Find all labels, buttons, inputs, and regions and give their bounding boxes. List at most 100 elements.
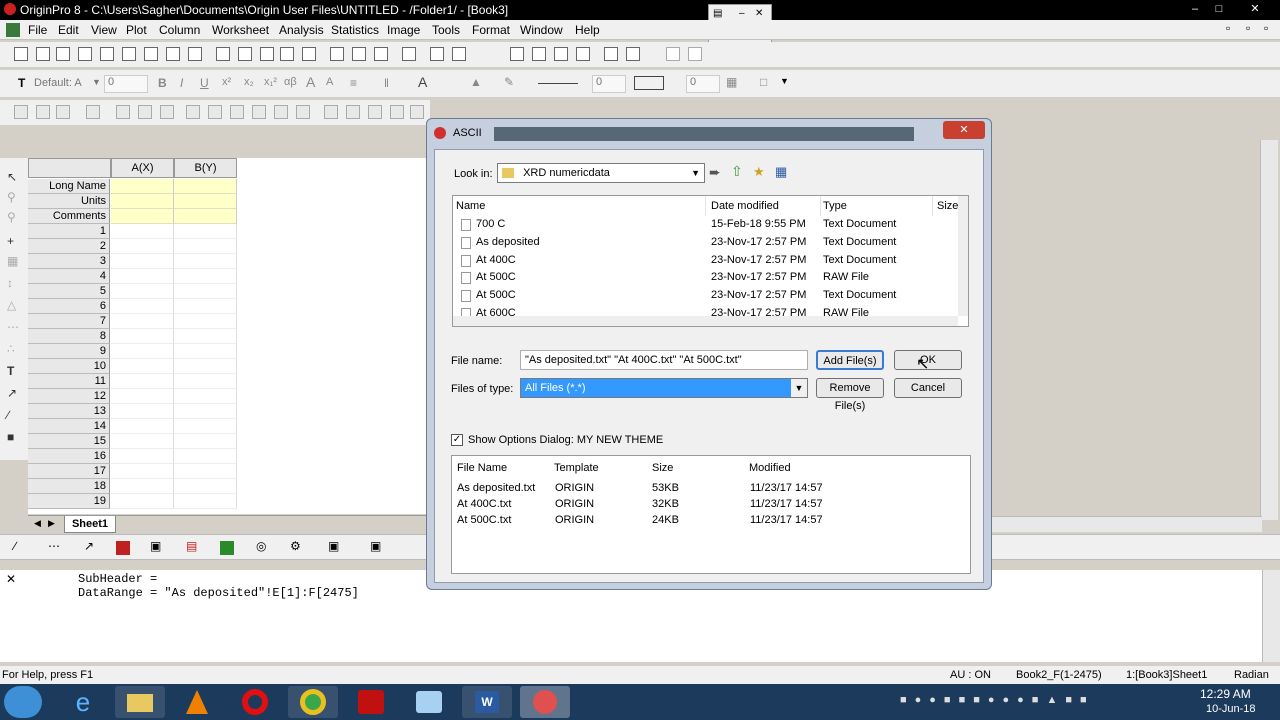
col-date-header[interactable]: Date modified: [711, 196, 821, 216]
cell[interactable]: [174, 389, 237, 404]
cell[interactable]: [174, 329, 237, 344]
cell[interactable]: [111, 314, 174, 329]
cell[interactable]: [174, 494, 237, 509]
cell[interactable]: [111, 494, 174, 509]
draw-bar-icon[interactable]: ▤: [186, 539, 197, 553]
cell[interactable]: [174, 479, 237, 494]
code-builder-icon[interactable]: [576, 47, 590, 61]
selected-files-list[interactable]: File Name Template Size Modified As depo…: [451, 455, 971, 574]
cycle-icon[interactable]: [626, 47, 640, 61]
menu-plot[interactable]: Plot: [126, 23, 147, 37]
add-date-icon[interactable]: [252, 105, 266, 119]
row-number[interactable]: 8: [28, 329, 110, 344]
close-icon[interactable]: ✕: [1246, 2, 1264, 17]
cell[interactable]: [174, 209, 237, 224]
menu-worksheet[interactable]: Worksheet: [212, 23, 269, 37]
tray-icons[interactable]: ■●●■■■●●●■▲■■: [900, 694, 1095, 706]
draw-data-icon[interactable]: ⋯: [7, 320, 19, 334]
chevron-down-icon[interactable]: ▼: [791, 379, 807, 397]
font-select-chevron-icon[interactable]: ▼: [92, 77, 101, 87]
pointer-icon[interactable]: ↖: [7, 170, 17, 184]
column-align-icon[interactable]: ‖: [384, 76, 389, 90]
row-number[interactable]: 19: [28, 494, 110, 509]
rectangle-tool-icon[interactable]: ■: [7, 430, 14, 444]
chevron-down-icon[interactable]: ▼: [691, 164, 700, 182]
file-list-hscroll[interactable]: [453, 316, 958, 326]
add-layer-icon[interactable]: [116, 105, 130, 119]
cell[interactable]: [174, 224, 237, 239]
font-select[interactable]: Default: A: [34, 77, 82, 89]
border-icon[interactable]: □: [760, 75, 767, 89]
cell[interactable]: [111, 299, 174, 314]
row-label-units[interactable]: Units: [28, 194, 110, 209]
pattern-icon[interactable]: [634, 76, 664, 90]
show-options-checkbox[interactable]: ✓: [451, 434, 463, 446]
new-function-plot-icon[interactable]: [188, 47, 202, 61]
menu-image[interactable]: Image: [387, 23, 420, 37]
cell[interactable]: [111, 464, 174, 479]
row-number[interactable]: 18: [28, 479, 110, 494]
menu-help[interactable]: Help: [575, 23, 600, 37]
open-excel-icon[interactable]: [260, 47, 274, 61]
decrease-font-icon[interactable]: A: [326, 76, 333, 88]
cell[interactable]: [111, 284, 174, 299]
add-colorscale-icon[interactable]: [274, 105, 288, 119]
new-graph-icon[interactable]: [78, 47, 92, 61]
add-right-y-icon[interactable]: [160, 105, 174, 119]
row-number[interactable]: 6: [28, 299, 110, 314]
horizontal-scrollbar[interactable]: [992, 516, 1262, 532]
grid-icon[interactable]: [410, 105, 424, 119]
row-number[interactable]: 1: [28, 224, 110, 239]
origin-task-icon[interactable]: [520, 686, 570, 718]
sel-col-file-name[interactable]: File Name: [457, 462, 507, 474]
row-number[interactable]: 2: [28, 239, 110, 254]
cell[interactable]: [111, 389, 174, 404]
font-size-field[interactable]: 0: [104, 75, 148, 93]
add-bar-icon[interactable]: [296, 105, 310, 119]
results-log-icon[interactable]: [532, 47, 546, 61]
menu-file[interactable]: File: [28, 23, 47, 37]
files-of-type-select[interactable]: All Files (*.*) ▼: [520, 378, 808, 398]
row-number[interactable]: 3: [28, 254, 110, 269]
selected-file-row[interactable]: At 500C.txt ORIGIN 24KB 11/23/17 14:57: [452, 514, 952, 530]
screen-reader-icon[interactable]: +: [7, 234, 14, 248]
minimize-icon[interactable]: –: [1186, 2, 1204, 17]
cell[interactable]: [111, 194, 174, 209]
draw-arrow-icon[interactable]: ↗: [84, 539, 94, 553]
extract-icon[interactable]: [390, 105, 404, 119]
cell[interactable]: [174, 269, 237, 284]
cell[interactable]: [111, 449, 174, 464]
supersub-icon[interactable]: x₁²: [264, 76, 277, 88]
tab-sheet1[interactable]: Sheet1: [64, 516, 116, 533]
draw-circle-icon[interactable]: ◎: [256, 539, 266, 553]
cell[interactable]: [174, 359, 237, 374]
vertical-scrollbar[interactable]: [1260, 140, 1278, 520]
new-excel-icon[interactable]: [56, 47, 70, 61]
sel-col-template[interactable]: Template: [554, 462, 599, 474]
cell[interactable]: [174, 344, 237, 359]
add-scale-icon[interactable]: [230, 105, 244, 119]
remove-files-button[interactable]: Remove File(s): [816, 378, 884, 412]
import-multiple-ascii-icon[interactable]: [352, 47, 366, 61]
cell[interactable]: [174, 419, 237, 434]
vlc-icon[interactable]: [172, 686, 222, 718]
row-number[interactable]: 9: [28, 344, 110, 359]
clock-time[interactable]: 12:29 AM: [1200, 687, 1251, 701]
file-list[interactable]: Name Date modified Type Size 700 C 15-Feb…: [452, 195, 969, 327]
cell[interactable]: [174, 434, 237, 449]
border-width-field[interactable]: 0: [686, 75, 720, 93]
row-label-comments[interactable]: Comments: [28, 209, 110, 224]
fill-color-icon[interactable]: ▲: [470, 75, 482, 89]
file-row[interactable]: As deposited 23-Nov-17 2:57 PM Text Docume…: [453, 234, 953, 252]
cell[interactable]: [111, 344, 174, 359]
float-close-icon[interactable]: ✕: [755, 8, 763, 19]
cell[interactable]: [111, 404, 174, 419]
menu-format[interactable]: Format: [472, 23, 510, 37]
acrobat-icon[interactable]: [346, 686, 396, 718]
font-color-icon[interactable]: A: [418, 74, 427, 90]
explorer-icon[interactable]: [115, 686, 165, 718]
cell[interactable]: [174, 179, 237, 194]
subscript-icon[interactable]: x₂: [244, 76, 254, 88]
menu-analysis[interactable]: Analysis: [279, 23, 324, 37]
row-number[interactable]: 15: [28, 434, 110, 449]
